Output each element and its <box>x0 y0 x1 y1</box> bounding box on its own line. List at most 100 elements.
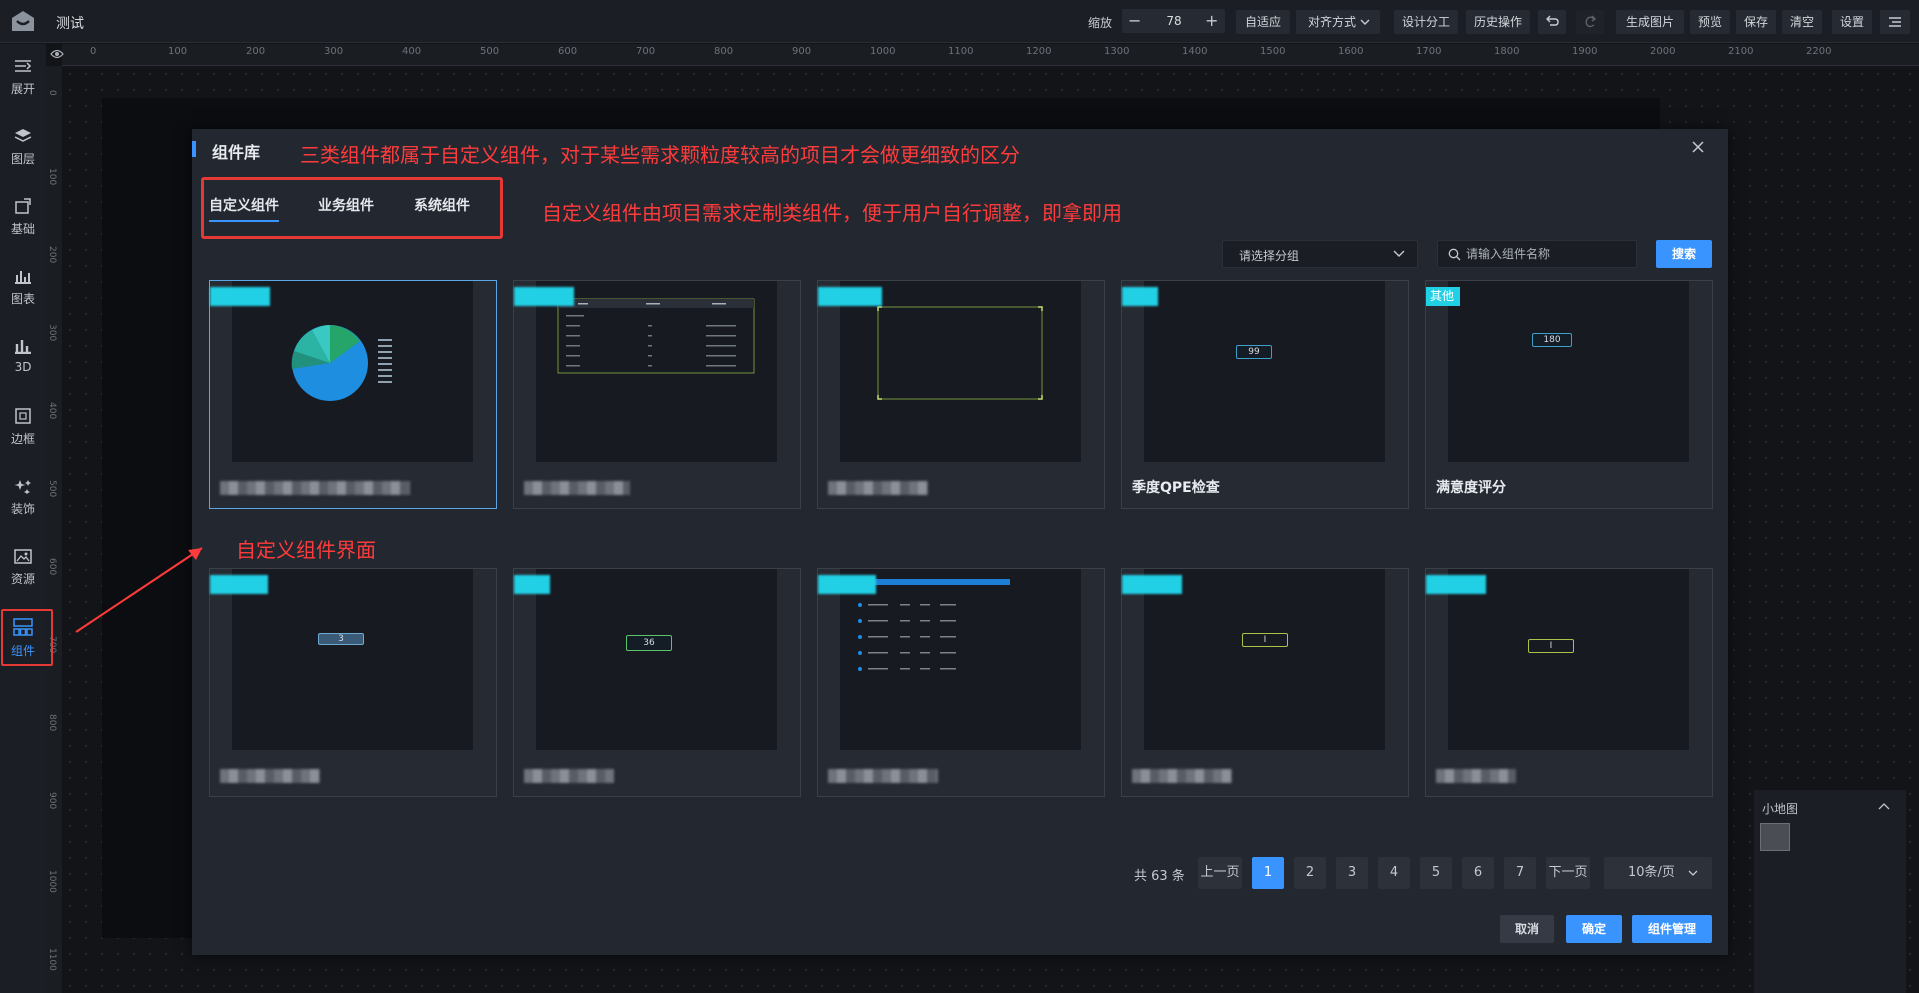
history-button[interactable]: 历史操作 <box>1466 10 1530 34</box>
menu-button[interactable] <box>1880 10 1910 34</box>
component-card[interactable] <box>209 280 497 509</box>
chart-icon <box>15 271 31 284</box>
redo-icon <box>1585 15 1597 28</box>
generate-image-button[interactable]: 生成图片 <box>1616 10 1684 34</box>
card-thumbnail <box>232 281 473 462</box>
ruler-tick-label: 900 <box>792 46 812 57</box>
pie-chart-preview <box>291 325 392 401</box>
value-preview: 3 <box>318 633 364 645</box>
basic-icon <box>15 198 31 214</box>
annotation-ui-note: 自定义组件界面 <box>236 538 376 562</box>
vertical-ruler: 0 100 200 300 400 500 600 700 800 900 1000 1100 <box>46 66 62 993</box>
ruler-tick-label: 600 <box>558 46 578 57</box>
ruler-tick-label: 1200 <box>1026 46 1052 57</box>
fit-button[interactable]: 自适应 <box>1236 10 1290 34</box>
close-icon[interactable] <box>1690 139 1706 155</box>
sidebar-item-3d[interactable]: 3D <box>0 328 46 388</box>
tab-custom[interactable]: 自定义组件 <box>209 195 279 215</box>
pagination-page[interactable]: 1 <box>1252 857 1284 889</box>
minimap-panel: 小地图 <box>1754 790 1906 993</box>
top-toolbar: 测试 缩放 − 78 + 自适应 对齐方式 设计分工 历史操作 生成图片 预览 … <box>0 0 1919 43</box>
component-card[interactable]: I <box>1425 568 1713 797</box>
tab-system[interactable]: 系统组件 <box>414 195 470 215</box>
pagination-page[interactable]: 4 <box>1378 857 1410 889</box>
pagination-prev-button[interactable]: 上一页 <box>1198 857 1242 889</box>
component-card[interactable] <box>513 280 801 509</box>
component-card[interactable] <box>817 568 1105 797</box>
3d-icon <box>15 340 31 355</box>
card-thumbnail <box>840 569 1081 750</box>
sidebar-item-chart[interactable]: 图表 <box>0 258 46 318</box>
settings-button[interactable]: 设置 <box>1832 10 1872 34</box>
redo-button[interactable] <box>1576 10 1604 34</box>
ruler-tick-label: 1000 <box>870 46 896 57</box>
home-logo-icon[interactable] <box>10 9 36 33</box>
save-button[interactable]: 保存 <box>1736 10 1776 34</box>
align-dropdown[interactable]: 对齐方式 <box>1296 10 1380 34</box>
sidebar-item-resource[interactable]: 资源 <box>0 538 46 598</box>
ruler-tick-label: 200 <box>246 46 266 57</box>
undo-button[interactable] <box>1538 10 1566 34</box>
ruler-tick-label: 1100 <box>948 46 974 57</box>
pagination-page[interactable]: 2 <box>1294 857 1326 889</box>
chevron-down-icon <box>1688 870 1698 876</box>
ruler-tick-label: 400 <box>47 402 57 420</box>
pagination-next-button[interactable]: 下一页 <box>1546 857 1590 889</box>
card-name-redacted <box>220 769 320 783</box>
component-card[interactable] <box>817 280 1105 509</box>
sidebar-label: 基础 <box>10 222 35 236</box>
search-box <box>1437 240 1637 268</box>
undo-icon <box>1546 15 1559 26</box>
zoom-value[interactable]: 78 <box>1158 9 1190 33</box>
preview-button[interactable]: 预览 <box>1690 10 1730 34</box>
active-tab-indicator <box>209 220 279 222</box>
component-card[interactable]: 180 其他 满意度评分 <box>1425 280 1713 509</box>
card-thumbnail: 36 <box>536 569 777 750</box>
card-badge: 其他 <box>1426 287 1460 306</box>
pagination-page[interactable]: 3 <box>1336 857 1368 889</box>
card-badge <box>514 287 574 306</box>
ruler-tick-label: 1600 <box>1338 46 1364 57</box>
sidebar-item-decoration[interactable]: 装饰 <box>0 468 46 528</box>
ruler-tick-label: 100 <box>168 46 188 57</box>
app-title: 测试 <box>56 16 84 32</box>
minimap-viewport[interactable] <box>1760 823 1790 851</box>
value-preview: I <box>1528 639 1574 653</box>
component-manage-button[interactable]: 组件管理 <box>1632 915 1712 943</box>
sidebar-item-layers[interactable]: 图层 <box>0 118 46 178</box>
confirm-button[interactable]: 确定 <box>1566 915 1622 943</box>
sidebar-item-border[interactable]: 边框 <box>0 398 46 458</box>
component-card[interactable]: 99 季度QPE检查 <box>1121 280 1409 509</box>
dialog-title: 组件库 <box>212 143 261 162</box>
sidebar-item-expand[interactable]: 展开 <box>0 48 46 108</box>
chevron-up-icon[interactable] <box>1878 802 1890 810</box>
pagination-page[interactable]: 7 <box>1504 857 1536 889</box>
value-preview: 36 <box>626 635 672 651</box>
ruler-tick-label: 0 <box>47 90 57 96</box>
search-input[interactable] <box>1466 244 1626 264</box>
design-division-button[interactable]: 设计分工 <box>1394 10 1458 34</box>
component-card[interactable]: I <box>1121 568 1409 797</box>
group-select-placeholder: 请选择分组 <box>1239 249 1300 263</box>
ruler-tick-label: 1100 <box>47 948 57 971</box>
ruler-tick-label: 900 <box>47 792 57 810</box>
ruler-tick-label: 2200 <box>1806 46 1832 57</box>
zoom-in-button[interactable]: + <box>1205 9 1221 33</box>
component-card[interactable]: 3 <box>209 568 497 797</box>
group-select[interactable]: 请选择分组 <box>1222 240 1418 268</box>
page-size-select[interactable]: 10条/页 <box>1604 857 1712 889</box>
sidebar-label: 展开 <box>10 82 35 96</box>
card-name-redacted <box>220 481 410 495</box>
component-library-dialog: 组件库 三类组件都属于自定义组件，对于某些需求颗粒度较高的项目才会做更细致的区分… <box>192 129 1728 955</box>
pagination-page[interactable]: 5 <box>1420 857 1452 889</box>
eye-icon[interactable] <box>50 48 64 60</box>
component-card[interactable]: 36 <box>513 568 801 797</box>
zoom-out-button[interactable]: − <box>1128 9 1144 33</box>
horizontal-ruler: 0 100 200 300 400 500 600 700 800 900 1000 1100 1200… <box>62 44 1919 66</box>
cancel-button[interactable]: 取消 <box>1500 915 1554 943</box>
pagination-page[interactable]: 6 <box>1462 857 1494 889</box>
tab-business[interactable]: 业务组件 <box>318 195 374 215</box>
search-button[interactable]: 搜索 <box>1656 240 1712 268</box>
sidebar-item-basic[interactable]: 基础 <box>0 188 46 248</box>
clear-button[interactable]: 清空 <box>1782 10 1822 34</box>
